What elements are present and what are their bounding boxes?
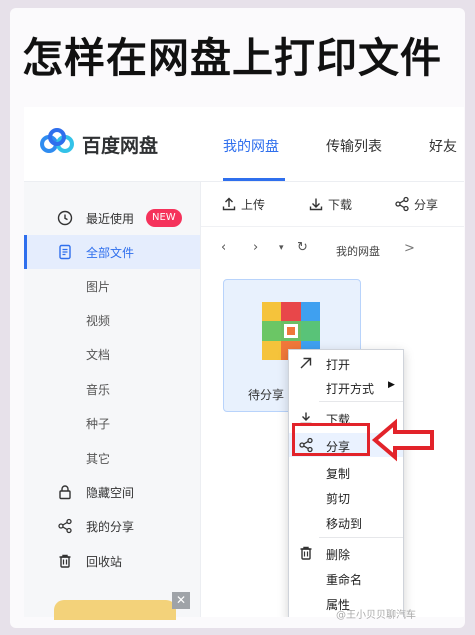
tab-my-disk[interactable]: 我的网盘	[223, 136, 279, 156]
page-headline: 怎样在网盘上打印文件	[22, 34, 442, 82]
highlight-box	[292, 423, 370, 456]
close-icon[interactable]: ✕	[172, 592, 190, 609]
sidebar-item-label: 最近使用	[86, 212, 135, 226]
sidebar-item-label: 回收站	[86, 555, 123, 569]
menu-item-label: 移动到	[326, 517, 363, 531]
menu-separator	[319, 537, 403, 538]
sidebar-item-label: 其它	[86, 452, 111, 466]
menu-item-open-with[interactable]: 打开方式 ▶	[289, 375, 403, 399]
cloud-logo-icon	[40, 128, 74, 153]
breadcrumb[interactable]: 我的网盘	[336, 243, 380, 259]
sidebar-item-hidden-space[interactable]: 隐藏空间	[24, 475, 200, 509]
active-indicator	[24, 235, 27, 269]
tab-transfers[interactable]: 传输列表	[326, 136, 382, 156]
sidebar-item-my-shares[interactable]: 我的分享	[24, 509, 200, 543]
menu-item-label: 打开方式	[326, 382, 375, 396]
open-arrow-icon	[300, 357, 312, 369]
upload-label: 上传	[241, 198, 266, 212]
submenu-arrow-icon: ▶	[388, 380, 395, 390]
menu-item-label: 打开	[326, 358, 351, 372]
menu-item-cut[interactable]: 剪切	[289, 485, 403, 509]
upload-icon	[222, 197, 236, 211]
sidebar-item-label: 图片	[86, 280, 111, 294]
sidebar-item-all-files[interactable]: 全部文件	[24, 235, 200, 269]
sidebar-item-label: 种子	[86, 417, 111, 431]
sidebar-item-music[interactable]: 音乐	[24, 372, 200, 406]
netdisk-window: 百度网盘 我的网盘 传输列表 好友 最近使用 NEW 全部文件 图片 视频 文档…	[24, 107, 464, 617]
left-arrow-annotation-icon	[371, 418, 434, 462]
new-badge: NEW	[146, 209, 182, 227]
file-name: 待分享	[248, 388, 285, 402]
sidebar-item-label: 视频	[86, 314, 111, 328]
menu-item-label: 剪切	[326, 492, 351, 506]
upload-button[interactable]: 上传	[221, 182, 273, 226]
active-tab-indicator	[223, 178, 285, 181]
trash-icon	[300, 546, 312, 560]
clock-icon	[57, 210, 73, 226]
share-icon	[58, 518, 72, 534]
path-bar: ‹ › ▾ ↻ 我的网盘 >	[201, 226, 464, 272]
app-name: 百度网盘	[82, 135, 159, 157]
sidebar-item-label: 我的分享	[86, 520, 135, 534]
menu-item-delete[interactable]: 删除	[289, 541, 403, 565]
sidebar-item-recycle-bin[interactable]: 回收站	[24, 544, 200, 578]
watermark: @王小贝贝聊汽车	[336, 610, 416, 621]
sidebar-item-label: 隐藏空间	[86, 486, 135, 500]
share-label: 分享	[414, 198, 439, 212]
menu-item-rename[interactable]: 重命名	[289, 566, 403, 590]
sidebar-item-other[interactable]: 其它	[24, 441, 200, 475]
sidebar: 最近使用 NEW 全部文件 图片 视频 文档 音乐 种子 其它 隐藏空间 我的分…	[24, 182, 201, 617]
sidebar-item-label: 音乐	[86, 383, 111, 397]
sidebar-item-label: 全部文件	[86, 246, 135, 260]
menu-item-open[interactable]: 打开	[289, 351, 403, 375]
context-menu: 打开 打开方式 ▶ 下载 分享 复制 剪切 移动到 删除 重命名 属性	[288, 349, 404, 617]
toolbar: 上传 下载 分享	[201, 182, 464, 227]
sidebar-item-videos[interactable]: 视频	[24, 303, 200, 337]
lock-icon	[59, 485, 71, 500]
top-bar: 百度网盘 我的网盘 传输列表 好友	[24, 107, 464, 182]
download-label: 下载	[328, 198, 353, 212]
menu-item-label: 删除	[326, 548, 351, 562]
trash-icon	[59, 554, 71, 568]
sidebar-item-label: 文档	[86, 348, 111, 362]
refresh-icon[interactable]: ↻	[297, 240, 308, 255]
tab-friends[interactable]: 好友	[429, 136, 457, 156]
promo-banner[interactable]	[54, 600, 176, 620]
sidebar-item-documents[interactable]: 文档	[24, 337, 200, 371]
download-icon	[309, 198, 323, 211]
menu-separator	[319, 401, 403, 402]
history-dropdown-icon[interactable]: ▾	[279, 243, 284, 253]
menu-item-move-to[interactable]: 移动到	[289, 510, 403, 534]
share-icon	[395, 196, 409, 212]
menu-item-copy[interactable]: 复制	[289, 460, 403, 484]
share-button[interactable]: 分享	[394, 182, 454, 226]
menu-item-label: 复制	[326, 467, 351, 481]
sidebar-item-images[interactable]: 图片	[24, 269, 200, 303]
document-icon	[59, 244, 71, 260]
sidebar-item-recent[interactable]: 最近使用 NEW	[24, 201, 200, 235]
breadcrumb-separator: >	[404, 241, 415, 256]
sidebar-item-torrents[interactable]: 种子	[24, 406, 200, 440]
forward-icon[interactable]: ›	[253, 240, 258, 255]
download-button[interactable]: 下载	[308, 182, 360, 226]
back-icon[interactable]: ‹	[221, 240, 226, 255]
menu-item-label: 重命名	[326, 573, 363, 587]
